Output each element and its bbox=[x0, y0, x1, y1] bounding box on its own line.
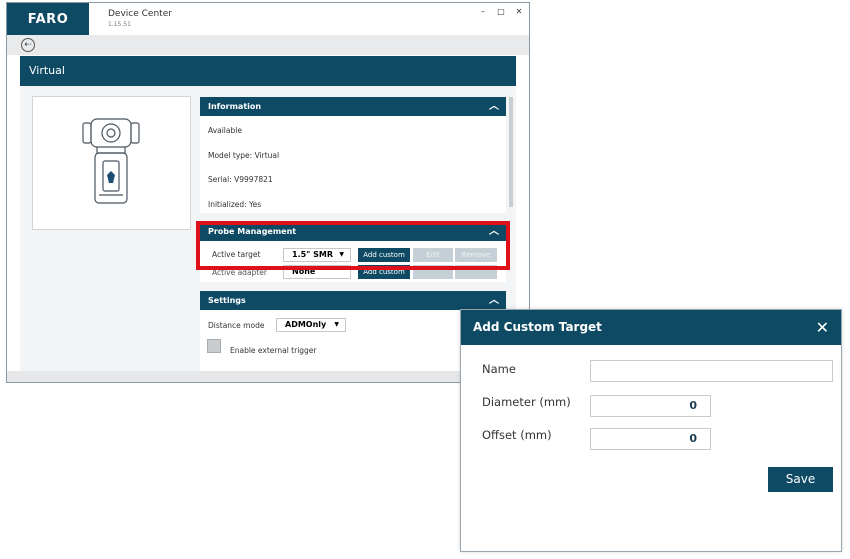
name-input[interactable] bbox=[590, 360, 833, 382]
external-trigger-checkbox[interactable] bbox=[207, 339, 221, 353]
device-name-header: Virtual bbox=[20, 56, 516, 86]
tracker-device-icon bbox=[82, 118, 140, 204]
diameter-label: Diameter (mm) bbox=[482, 395, 571, 409]
back-arrow-icon[interactable]: ⇠ bbox=[21, 38, 35, 52]
navigation-bar: ⇠ bbox=[7, 35, 529, 55]
panel-scrollbar[interactable] bbox=[509, 97, 513, 207]
device-image-card bbox=[32, 96, 191, 230]
settings-header[interactable]: Settings ︿ bbox=[200, 291, 506, 310]
offset-label: Offset (mm) bbox=[482, 428, 552, 442]
title-bar: FARO Device Center 1.15.51 – □ ✕ bbox=[7, 3, 529, 35]
distance-mode-value: ADMOnly bbox=[285, 320, 327, 329]
save-button[interactable]: Save bbox=[768, 467, 833, 492]
dialog-title: Add Custom Target bbox=[473, 320, 602, 334]
chevron-down-icon: ▼ bbox=[334, 321, 339, 328]
probe-management-highlight bbox=[196, 221, 510, 270]
info-model-type: Model type: Virtual bbox=[208, 151, 280, 160]
info-availability: Available bbox=[208, 126, 242, 135]
add-custom-target-dialog: Add Custom Target ✕ Name Diameter (mm) 0… bbox=[460, 309, 842, 552]
diameter-input[interactable]: 0 bbox=[590, 395, 711, 417]
faro-logo: FARO bbox=[7, 3, 89, 35]
distance-mode-dropdown[interactable]: ADMOnly ▼ bbox=[276, 318, 346, 332]
window-footer bbox=[7, 371, 529, 382]
close-window-button[interactable]: ✕ bbox=[512, 6, 526, 17]
offset-input[interactable]: 0 bbox=[590, 428, 711, 450]
dialog-header: Add Custom Target ✕ bbox=[461, 310, 841, 345]
app-version: 1.15.51 bbox=[108, 21, 131, 28]
distance-mode-label: Distance mode bbox=[208, 321, 265, 330]
info-initialized: Initialized: Yes bbox=[208, 200, 262, 209]
minimize-button[interactable]: – bbox=[476, 6, 490, 17]
information-header[interactable]: Information ︿ bbox=[200, 97, 506, 116]
chevron-up-icon[interactable]: ︿ bbox=[489, 291, 499, 310]
maximize-button[interactable]: □ bbox=[494, 6, 508, 17]
info-serial: Serial: V9997821 bbox=[208, 175, 273, 184]
app-title: Device Center bbox=[108, 9, 172, 19]
chevron-up-icon[interactable]: ︿ bbox=[489, 97, 499, 116]
information-panel: Information ︿ Available Model type: Virt… bbox=[200, 97, 506, 213]
name-label: Name bbox=[482, 362, 516, 376]
close-icon[interactable]: ✕ bbox=[816, 310, 829, 345]
external-trigger-label: Enable external trigger bbox=[230, 346, 317, 355]
information-title: Information bbox=[208, 102, 262, 111]
settings-title: Settings bbox=[208, 296, 246, 305]
device-center-window: FARO Device Center 1.15.51 – □ ✕ ⇠ Virtu… bbox=[6, 2, 530, 383]
